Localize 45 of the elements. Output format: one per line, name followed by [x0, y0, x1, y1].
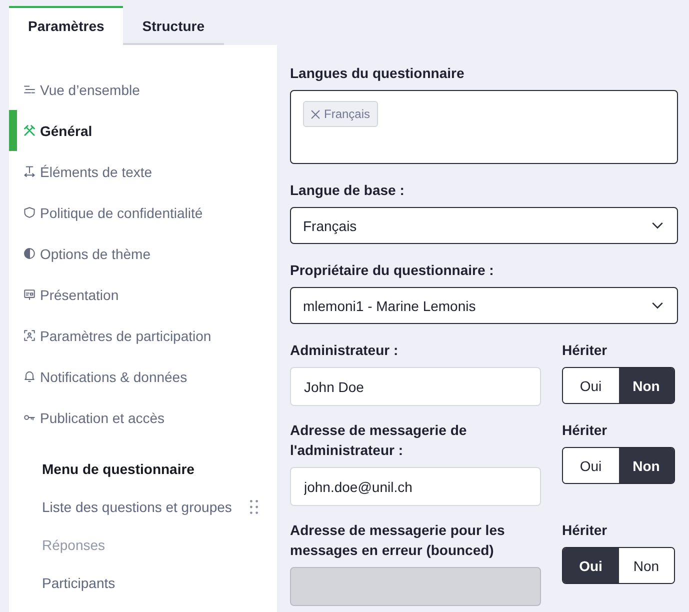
sidebar-item[interactable]: Notifications & données — [9, 356, 277, 397]
select-field[interactable]: mlemoni1 - Marine Lemonis — [290, 287, 678, 324]
inherit-label: Hériter — [562, 341, 608, 360]
text-field[interactable]: John Doe — [290, 367, 541, 406]
sidebar-item[interactable]: Présentation — [9, 274, 277, 315]
field-label: Propriétaire du questionnaire : — [290, 261, 495, 280]
field-label: Administrateur : — [290, 341, 400, 360]
key-icon — [24, 412, 35, 423]
half-circle-icon — [24, 248, 35, 259]
sidebar-item[interactable]: Paramètres de participation — [9, 315, 277, 356]
text-field[interactable]: john.doe@unil.ch — [290, 467, 541, 506]
language-tag[interactable]: Français — [303, 101, 378, 127]
select-field[interactable]: Français — [290, 207, 678, 244]
sidebar-item[interactable]: Publication et accès — [9, 397, 277, 438]
menu-heading: Menu de questionnaire — [42, 460, 196, 479]
close-icon[interactable] — [311, 110, 320, 118]
chevron-down-icon — [652, 222, 663, 229]
person-frame-icon — [24, 330, 35, 341]
shield-icon — [24, 207, 35, 218]
chevron-down-icon — [652, 302, 663, 309]
toggle-option[interactable]: Oui — [563, 448, 618, 483]
menu-item[interactable]: Liste des questions et groupes — [42, 488, 258, 526]
field-label: Adresse de messagerie pour les messages en erreur (bounced) — [290, 521, 506, 560]
text-cursor-icon — [24, 166, 35, 177]
field-label: Langues du questionnaire — [290, 64, 466, 83]
sidebar-item[interactable]: Éléments de texte — [9, 151, 277, 192]
language-select-field[interactable]: Français — [290, 90, 678, 164]
toggle-option[interactable]: Oui — [563, 368, 618, 403]
bell-icon — [24, 371, 35, 382]
tab[interactable]: Paramètres — [9, 6, 124, 45]
sidebar-item[interactable]: Général — [9, 110, 277, 151]
drag-handle-icon[interactable] — [250, 500, 258, 514]
field-label: Langue de base : — [290, 181, 406, 200]
sidebar-item[interactable]: Politique de confidentialité — [9, 192, 277, 233]
text-lines-icon — [24, 84, 35, 95]
crossed-tools-icon — [24, 125, 35, 136]
sidebar-item[interactable]: Vue d’ensemble — [9, 69, 277, 110]
toggle-option[interactable]: Non — [618, 448, 674, 483]
inherit-label: Hériter — [562, 521, 608, 540]
sidebar-item[interactable]: Options de thème — [9, 233, 277, 274]
screen-icon — [24, 289, 35, 300]
toggle-option[interactable]: Non — [618, 368, 674, 403]
inherit-label: Hériter — [562, 421, 608, 440]
field-label: Adresse de messagerie de l'administrateur : — [290, 421, 468, 460]
menu-item[interactable]: Participants — [42, 564, 258, 602]
